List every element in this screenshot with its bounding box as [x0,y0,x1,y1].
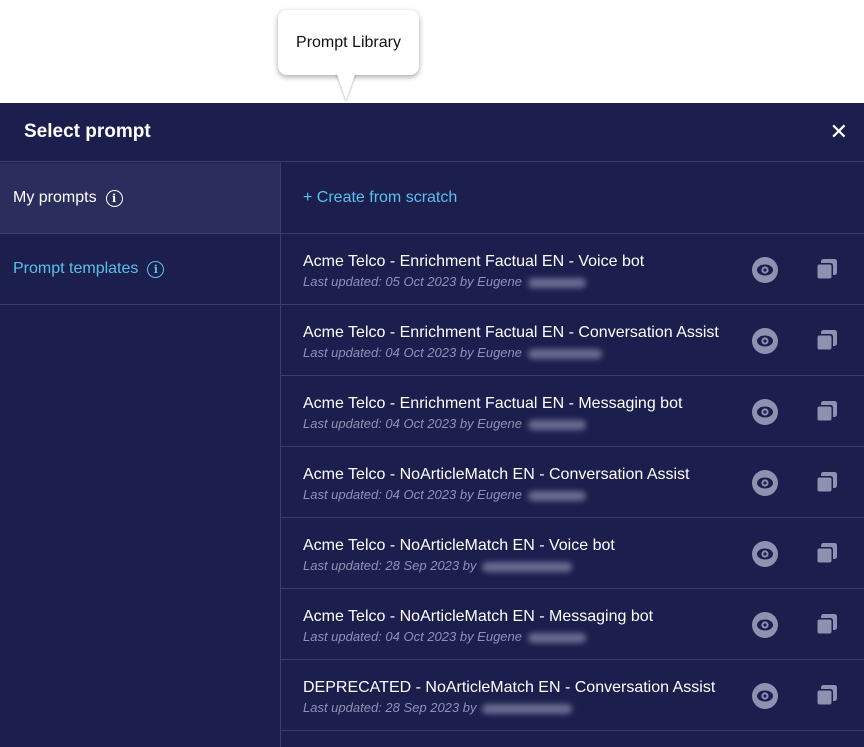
prompt-updated-text: Last updated: 05 Oct 2023 by Eugene [303,274,523,289]
prompt-title: Acme Telco - NoArticleMatch EN - Convers… [303,466,690,483]
tooltip-arrow [336,72,356,100]
redacted-name [528,632,587,643]
prompt-updated-text: Last updated: 28 Sep 2023 by [303,558,477,573]
prompt-updated: Last updated: 04 Oct 2023 by Eugene [303,345,603,360]
prompt-updated-text: Last updated: 04 Oct 2023 by Eugene [303,345,523,360]
copy-icon[interactable] [815,257,839,281]
eye-icon[interactable] [751,682,779,710]
redacted-name [528,419,587,430]
sidebar-item-label: My prompts [13,189,97,206]
tooltip-prompt-library: Prompt Library [278,10,419,75]
copy-icon[interactable] [815,541,839,565]
eye-icon[interactable] [751,327,779,355]
prompt-list: + Create from scratch Acme Telco - Enric… [281,163,864,747]
copy-icon[interactable] [815,328,839,352]
prompt-updated: Last updated: 04 Oct 2023 by Eugene [303,629,587,644]
prompt-updated-text: Last updated: 28 Sep 2023 by [303,700,477,715]
prompt-updated-text: Last updated: 04 Oct 2023 by Eugene [303,629,523,644]
panel-header: Select prompt ✕ [0,103,864,162]
info-icon[interactable]: i [105,189,123,207]
create-from-scratch-link[interactable]: + Create from scratch [303,189,457,207]
prompt-updated: Last updated: 28 Sep 2023 by [303,700,573,715]
panel-body: My prompts i Prompt templates i + Create… [0,163,864,747]
copy-icon[interactable] [815,683,839,707]
prompt-row[interactable]: Acme Telco - NoArticleMatch EN - Messagi… [281,589,864,660]
prompt-title: DEPRECATED - NoArticleMatch EN - Convers… [303,679,716,696]
eye-icon[interactable] [751,540,779,568]
create-row: + Create from scratch [281,163,864,234]
close-icon[interactable]: ✕ [830,121,848,143]
prompt-updated: Last updated: 28 Sep 2023 by [303,558,573,573]
prompt-updated: Last updated: 05 Oct 2023 by Eugene [303,274,587,289]
sidebar-item-my-prompts[interactable]: My prompts i [0,163,280,234]
copy-icon[interactable] [815,612,839,636]
prompt-title: Acme Telco - NoArticleMatch EN - Messagi… [303,608,654,625]
redacted-name [482,703,573,714]
prompt-title: Acme Telco - NoArticleMatch EN - Voice b… [303,537,615,554]
prompt-row[interactable]: Acme Telco - Enrichment Factual EN - Con… [281,305,864,376]
eye-icon[interactable] [751,398,779,426]
prompt-updated: Last updated: 04 Oct 2023 by Eugene [303,416,587,431]
tooltip-text: Prompt Library [296,33,401,51]
redacted-name [482,561,573,572]
eye-icon[interactable] [751,611,779,639]
prompt-title: Acme Telco - Enrichment Factual EN - Con… [303,324,719,341]
prompt-row[interactable]: Acme Telco - NoArticleMatch EN - Convers… [281,447,864,518]
redacted-name [528,277,587,288]
panel-title: Select prompt [24,121,151,142]
sidebar-item-prompt-templates[interactable]: Prompt templates i [0,234,280,305]
prompt-row[interactable]: DEPRECATED - NoArticleMatch EN - Convers… [281,660,864,731]
redacted-name [528,348,603,359]
eye-icon[interactable] [751,469,779,497]
prompt-row[interactable]: Acme Telco - Enrichment Factual EN - Mes… [281,376,864,447]
sidebar-item-label: Prompt templates [13,260,139,277]
eye-icon[interactable] [751,256,779,284]
select-prompt-panel: Select prompt ✕ My prompts i Prompt temp… [0,103,864,747]
prompt-updated-text: Last updated: 04 Oct 2023 by Eugene [303,487,523,502]
prompt-row[interactable]: Acme Telco - NoArticleMatch EN - Voice b… [281,518,864,589]
prompt-updated: Last updated: 04 Oct 2023 by Eugene [303,487,587,502]
sidebar: My prompts i Prompt templates i [0,163,281,747]
prompt-title: Acme Telco - Enrichment Factual EN - Mes… [303,395,683,412]
prompt-row[interactable]: Acme Telco - Enrichment Factual EN - Voi… [281,234,864,305]
prompt-updated-text: Last updated: 04 Oct 2023 by Eugene [303,416,523,431]
info-icon[interactable]: i [147,260,165,278]
prompt-title: Acme Telco - Enrichment Factual EN - Voi… [303,253,645,270]
copy-icon[interactable] [815,399,839,423]
redacted-name [528,490,587,501]
copy-icon[interactable] [815,470,839,494]
